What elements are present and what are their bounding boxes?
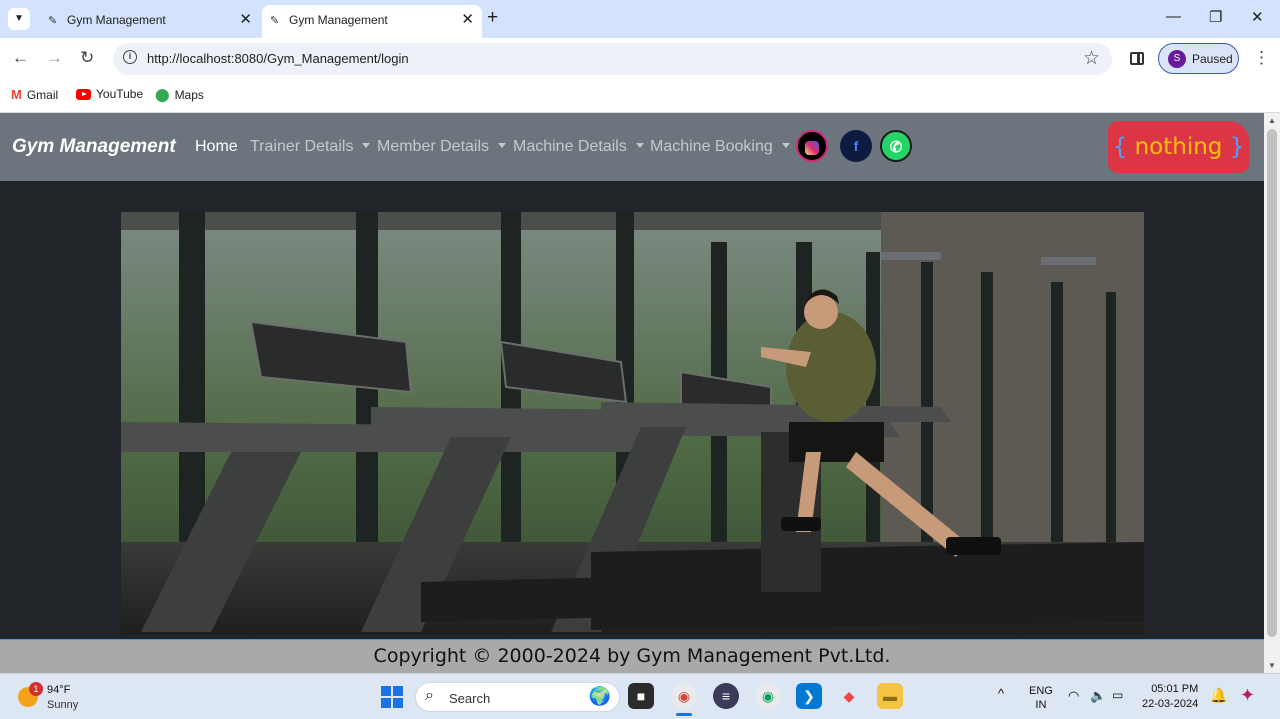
nav-label: Home	[195, 138, 238, 155]
dropdown-caret-icon	[498, 143, 507, 148]
forward-icon[interactable]: →	[46, 48, 63, 68]
nav-home[interactable]: Home	[195, 138, 238, 156]
gmail-icon: M	[11, 87, 22, 102]
chrome-icon[interactable]: ◉	[671, 683, 697, 709]
brace-close: }	[1229, 134, 1245, 160]
browser-menu-icon[interactable]: ⋮	[1253, 48, 1270, 68]
dropdown-caret-icon	[635, 143, 644, 148]
search-label: Search	[449, 691, 491, 706]
address-bar[interactable]: i http://localhost:8080/Gym_Management/l…	[113, 43, 1112, 75]
side-panel-icon[interactable]	[1130, 52, 1144, 65]
app-icon[interactable]: ≡	[713, 683, 739, 709]
site-favicon-icon: ✎	[270, 15, 280, 27]
instagram-icon[interactable]	[796, 130, 828, 162]
clock-date: 22-03-2024	[1142, 698, 1199, 710]
git-icon[interactable]: ◆	[836, 683, 862, 709]
task-view-icon[interactable]: ■	[628, 683, 654, 709]
bookmark-label: YouTube	[96, 87, 144, 101]
tab-search-button[interactable]: ▼	[8, 8, 30, 30]
bookmark-gmail[interactable]: M Gmail	[11, 87, 58, 102]
volume-icon[interactable]: 🔈	[1090, 688, 1106, 704]
reload-icon[interactable]: ↻	[80, 48, 94, 68]
language-indicator[interactable]: ENG IN	[1029, 684, 1053, 712]
show-hidden-icons[interactable]: ^	[998, 686, 1004, 701]
url-text[interactable]: http://localhost:8080/Gym_Management/log…	[147, 51, 409, 66]
battery-icon[interactable]: ▭	[1112, 688, 1123, 702]
site-info-icon[interactable]: i	[123, 50, 137, 64]
nav-label: Machine Booking	[650, 138, 773, 155]
dropdown-caret-icon	[362, 143, 371, 148]
page-viewport: Gym Management Home Trainer Details Memb…	[0, 113, 1264, 673]
chrome-profile-icon[interactable]: ◉	[755, 683, 781, 709]
site-favicon-icon: ✎	[48, 15, 58, 27]
notification-bell-icon[interactable]: 🔔	[1210, 687, 1227, 704]
bookmark-maps[interactable]: ⬤ Maps	[155, 87, 204, 103]
nav-trainer-details[interactable]: Trainer Details	[250, 138, 371, 156]
hero-gym-image	[121, 212, 1144, 634]
profile-button[interactable]: S Paused	[1158, 43, 1239, 74]
browser-tab-bar: ▼ ✎ Gym Management ✕ ✎ Gym Management ✕ …	[0, 0, 1280, 38]
new-tab-button[interactable]: +	[487, 8, 498, 28]
system-clock[interactable]: 05:01 PM 22-03-2024	[1142, 682, 1198, 712]
profile-status-label: Paused	[1192, 52, 1233, 66]
badge-text: nothing	[1134, 134, 1223, 160]
restore-icon[interactable]: ❐	[1209, 8, 1222, 26]
site-navbar: Gym Management Home Trainer Details Memb…	[0, 113, 1264, 181]
treadmill-photo	[121, 212, 1144, 634]
facebook-icon[interactable]: f	[840, 130, 872, 162]
avatar: S	[1168, 50, 1186, 68]
taskbar-search[interactable]: ⌕ Search 🌍	[415, 682, 620, 712]
bookmark-label: Maps	[174, 88, 204, 102]
active-app-indicator	[676, 713, 692, 716]
bookmarks-bar: M Gmail YouTube ⬤ Maps	[0, 80, 1280, 113]
minimize-icon[interactable]: —	[1166, 8, 1181, 25]
weather-widget[interactable]: 1 94°F Sunny	[18, 682, 98, 712]
page-footer: Copyright © 2000-2024 by Gym Management …	[0, 639, 1264, 673]
vscode-icon[interactable]: ❯	[796, 683, 822, 709]
windows-start-icon[interactable]	[381, 686, 403, 708]
tab-title: Gym Management	[289, 13, 388, 27]
copilot-icon[interactable]: ✦	[1240, 685, 1255, 706]
close-tab-icon[interactable]: ✕	[239, 10, 252, 28]
region-code: IN	[1035, 699, 1047, 711]
search-icon: ⌕	[425, 687, 434, 704]
browser-tab-1[interactable]: ✎ Gym Management ✕	[40, 5, 260, 38]
youtube-icon	[76, 88, 91, 100]
nav-label: Trainer Details	[250, 138, 354, 155]
nav-label: Member Details	[377, 138, 490, 155]
nav-machine-booking[interactable]: Machine Booking	[650, 138, 790, 156]
browser-toolbar: ← → ↻ i http://localhost:8080/Gym_Manage…	[0, 38, 1280, 80]
maps-icon: ⬤	[155, 87, 170, 102]
whatsapp-icon[interactable]: ✆	[880, 130, 912, 162]
bookmark-label: Gmail	[26, 87, 59, 102]
clock-time: 05:01 PM	[1151, 683, 1199, 695]
nav-machine-details[interactable]: Machine Details	[513, 138, 644, 156]
back-icon[interactable]: ←	[12, 48, 29, 68]
dropdown-caret-icon	[781, 143, 790, 148]
brace-open: {	[1112, 134, 1128, 160]
nav-label: Machine Details	[513, 138, 627, 155]
weather-desc: Sunny	[47, 699, 79, 711]
browser-tab-2[interactable]: ✎ Gym Management ✕	[262, 5, 482, 38]
tab-title: Gym Management	[67, 13, 166, 27]
bookmark-star-icon[interactable]: ☆	[1083, 47, 1100, 70]
scroll-down-icon[interactable]: ▼	[1268, 661, 1276, 670]
windows-taskbar: 1 94°F Sunny ⌕ Search 🌍 ■ ◉ ≡ ◉ ❯ ◆ ▬ ^ …	[0, 673, 1280, 719]
scroll-up-icon[interactable]: ▲	[1268, 116, 1276, 125]
bookmark-youtube[interactable]: YouTube	[76, 87, 143, 101]
page-scrollbar[interactable]: ▲ ▼	[1264, 113, 1280, 673]
weather-temp: 94°F	[47, 684, 71, 696]
lang-code: ENG	[1029, 685, 1053, 697]
wifi-icon[interactable]: ◠	[1068, 688, 1079, 704]
notification-badge: 1	[29, 682, 43, 696]
nothing-badge[interactable]: { nothing }	[1108, 121, 1249, 173]
close-tab-icon[interactable]: ✕	[461, 10, 474, 28]
close-window-icon[interactable]: ✕	[1251, 8, 1264, 26]
brand-link[interactable]: Gym Management	[12, 136, 176, 158]
scrollbar-thumb[interactable]	[1267, 129, 1277, 637]
file-explorer-icon[interactable]: ▬	[877, 683, 903, 709]
nav-member-details[interactable]: Member Details	[377, 138, 507, 156]
globe-icon: 🌍	[588, 686, 611, 706]
